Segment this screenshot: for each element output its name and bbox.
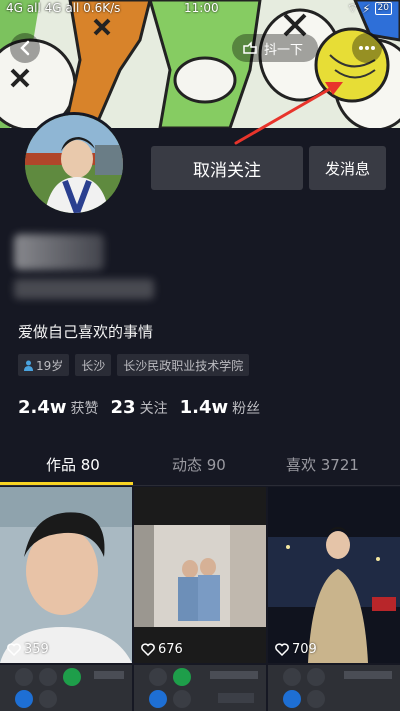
video-likes-count: 676 xyxy=(158,642,183,657)
chevron-left-icon xyxy=(20,40,30,56)
tab-likes[interactable]: 喜欢 3721 xyxy=(286,454,359,475)
video-1-image xyxy=(0,487,132,663)
avatar[interactable] xyxy=(22,112,126,216)
likes-stat: 2.4w 获赞 xyxy=(18,397,99,418)
video-likes: 709 xyxy=(275,642,317,657)
status-bar: 4G all 4G all 0.6K/s 11:00 ⌔ ⚡ 20 xyxy=(0,0,400,18)
avatar-photo xyxy=(25,115,123,213)
video-thumbnail[interactable]: 709 xyxy=(268,487,400,663)
battery-icon: 20 xyxy=(374,2,392,15)
video-likes-count: 359 xyxy=(24,642,49,657)
followers-label: 粉丝 xyxy=(232,401,261,417)
more-dots-icon xyxy=(359,46,375,50)
user-id-blurred xyxy=(14,279,154,299)
age-tag: 19岁 xyxy=(18,354,70,376)
following-label: 关注 xyxy=(139,401,168,417)
video-grid: 359 676 709 xyxy=(0,487,400,711)
tab-works[interactable]: 作品 80 xyxy=(46,454,100,475)
clock: 11:00 xyxy=(184,1,219,15)
active-tab-indicator xyxy=(0,482,133,485)
profile-tabs: 作品 80 动态 90 喜欢 3721 xyxy=(0,448,400,486)
location-label: 长沙 xyxy=(81,358,106,373)
followers-stat[interactable]: 1.4w 粉丝 xyxy=(180,397,261,418)
heart-icon xyxy=(275,643,289,656)
charging-icon: ⚡ xyxy=(362,1,371,16)
school-label: 长沙民政职业技术学院 xyxy=(123,358,244,373)
video-thumbnail[interactable]: 676 xyxy=(134,487,266,663)
video-thumbnail[interactable] xyxy=(268,665,400,711)
location-tag: 长沙 xyxy=(75,354,112,376)
video-2-image xyxy=(134,487,266,663)
profile-stats: 2.4w 获赞 23 关注 1.4w 粉丝 xyxy=(18,397,260,418)
back-button[interactable] xyxy=(10,33,40,63)
profile-tags: 19岁 长沙 长沙民政职业技术学院 xyxy=(18,354,250,376)
wifi-icon: ⌔ xyxy=(346,1,359,15)
school-tag: 长沙民政职业技术学院 xyxy=(117,354,250,376)
followers-count: 1.4w xyxy=(179,397,229,418)
cover-artwork xyxy=(0,0,400,128)
more-options-button[interactable] xyxy=(352,33,382,63)
video-thumbnail[interactable] xyxy=(0,665,132,711)
bio-text: 爱做自己喜欢的事情 xyxy=(18,323,154,341)
video-3-image xyxy=(268,487,400,663)
video-likes: 359 xyxy=(7,642,49,657)
video-thumbnail[interactable]: 359 xyxy=(0,487,132,663)
unfollow-button[interactable]: 取消关注 xyxy=(151,146,303,190)
video-4-image xyxy=(0,665,132,711)
likes-label: 获赞 xyxy=(70,401,99,417)
username-blurred xyxy=(14,234,104,270)
video-5-image xyxy=(134,665,266,711)
video-6-image xyxy=(268,665,400,711)
heart-icon xyxy=(141,643,155,656)
profile-cover: 4G all 4G all 0.6K/s 11:00 ⌔ ⚡ 20 抖一下 xyxy=(0,0,400,128)
likes-count: 2.4w xyxy=(18,397,67,418)
status-icons: ⌔ ⚡ 20 xyxy=(347,1,392,16)
douyin-button[interactable]: 抖一下 xyxy=(232,34,318,62)
message-button[interactable]: 发消息 xyxy=(309,146,386,190)
person-icon xyxy=(24,360,33,371)
tab-moments[interactable]: 动态 90 xyxy=(172,454,226,475)
age-label: 19岁 xyxy=(36,358,64,373)
following-count: 23 xyxy=(110,397,136,418)
video-likes-count: 709 xyxy=(292,642,317,657)
video-thumbnail[interactable] xyxy=(134,665,266,711)
network-status: 4G all 4G all 0.6K/s xyxy=(6,1,121,15)
share-hand-icon xyxy=(243,41,257,54)
following-stat[interactable]: 23 关注 xyxy=(111,397,168,418)
douyin-label: 抖一下 xyxy=(264,42,304,58)
heart-icon xyxy=(7,643,21,656)
video-likes: 676 xyxy=(141,642,183,657)
